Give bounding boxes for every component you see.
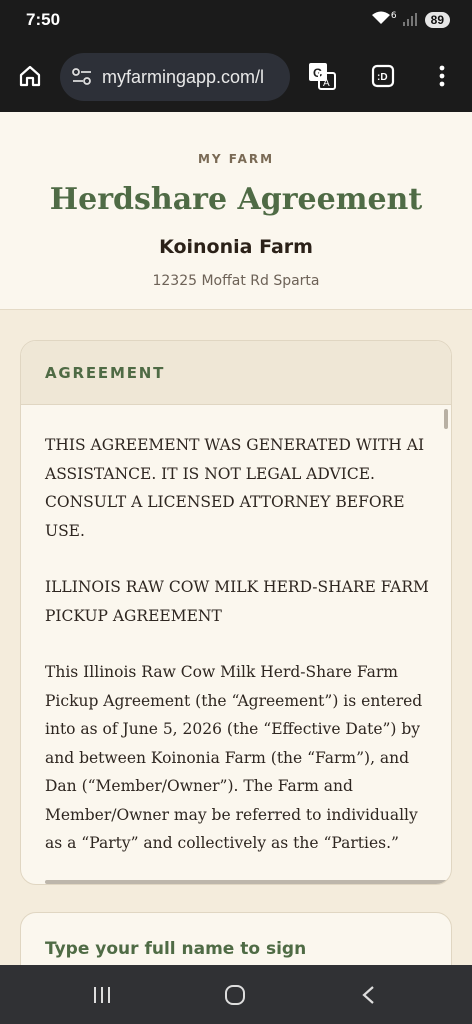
back-button[interactable] (348, 979, 388, 1011)
more-menu-button[interactable] (422, 56, 462, 96)
agreement-title: ILLINOIS RAW COW MILK HERD-SHARE FARM PI… (45, 578, 429, 625)
page-kicker: MY FARM (197, 152, 275, 166)
agreement-intro: This Illinois Raw Cow Milk Herd-Share Fa… (45, 663, 423, 852)
status-bar: 7:50 6 89 (0, 0, 472, 42)
home-button[interactable] (10, 56, 50, 96)
svg-text::D: :D (377, 72, 388, 83)
agreement-heading: AGREEMENT (45, 364, 166, 382)
signal-icon (402, 11, 419, 30)
more-vert-icon (439, 65, 445, 87)
browser-toolbar: myfarmingapp.com/l GA :D (0, 42, 472, 112)
system-nav-bar (0, 965, 472, 1024)
farm-address: 12325 Moffat Rd Sparta (152, 273, 320, 289)
svg-text:A: A (323, 78, 330, 89)
status-indicators: 6 89 (371, 10, 450, 30)
home-icon (19, 65, 41, 87)
url-text: myfarmingapp.com/l (102, 66, 265, 87)
battery-icon: 89 (424, 12, 450, 28)
tab-switcher-button[interactable]: :D (363, 56, 403, 96)
tab-switcher-icon: :D (371, 64, 395, 88)
vertical-scrollbar[interactable] (444, 409, 448, 429)
back-chevron-icon (362, 986, 374, 1004)
agreement-card: AGREEMENT THIS AGREEMENT WAS GENERATED W… (20, 340, 452, 885)
status-time: 7:50 (26, 10, 61, 29)
recent-apps-icon (94, 987, 110, 1003)
address-bar[interactable]: myfarmingapp.com/l (60, 53, 290, 101)
agreement-disclaimer: THIS AGREEMENT WAS GENERATED WITH AI ASS… (45, 436, 425, 540)
page-header: MY FARM Herdshare Agreement Koinonia Far… (0, 112, 472, 310)
home-nav-button[interactable] (215, 979, 255, 1011)
network-label: 6 (390, 11, 397, 21)
translate-icon: GA (309, 63, 336, 90)
signature-label: Type your full name to sign (45, 939, 307, 959)
horizontal-scrollbar[interactable] (45, 880, 449, 884)
site-settings-icon[interactable] (72, 68, 92, 86)
wifi-icon (371, 10, 391, 30)
agreement-text-scroll[interactable]: THIS AGREEMENT WAS GENERATED WITH AI ASS… (21, 405, 451, 884)
home-circle-icon (225, 985, 245, 1005)
translate-button[interactable]: GA (302, 56, 342, 96)
recent-apps-button[interactable] (82, 979, 122, 1011)
farm-name: Koinonia Farm (159, 236, 313, 258)
agreement-card-header: AGREEMENT (21, 341, 451, 405)
page-title: Herdshare Agreement (49, 182, 423, 217)
